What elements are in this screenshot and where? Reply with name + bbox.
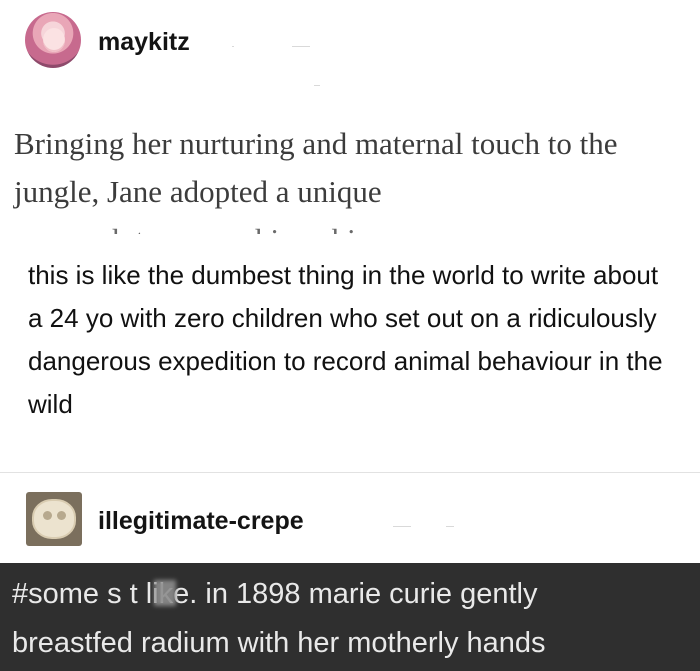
post-divider: [0, 472, 700, 473]
tag-line-2[interactable]: breastfed radium with her motherly hands: [12, 623, 546, 663]
reply-comment-box: this is like the dumbest thing in the wo…: [3, 240, 700, 440]
faint-mark: [314, 85, 320, 86]
tags-bar: #some s t like. in 1898 marie curie gent…: [0, 563, 700, 671]
reply-comment-text: this is like the dumbest thing in the wo…: [28, 260, 663, 419]
username-illegitimate-crepe[interactable]: illegitimate-crepe: [98, 509, 304, 534]
post-header: maykitz: [0, 0, 700, 100]
faint-mark: [292, 46, 310, 47]
quoted-text: Bringing her nurturing and maternal touc…: [14, 120, 674, 234]
avatar-eye: [43, 511, 52, 520]
quoted-visible-text: Bringing her nurturing and maternal touc…: [14, 126, 618, 209]
reblogger-avatar[interactable]: [26, 492, 82, 546]
user-avatar[interactable]: [25, 12, 81, 68]
username-maykitz[interactable]: maykitz: [98, 30, 190, 55]
faint-mark: [232, 46, 234, 47]
faint-mark: [393, 526, 411, 527]
tag-line-1[interactable]: #some s t like. in 1898 marie curie gent…: [12, 574, 537, 614]
quoted-cutoff-text: approach to researching chimpanzees: [14, 216, 478, 234]
avatar-face: [43, 28, 65, 52]
avatar-blob: [34, 501, 74, 537]
censor-blur: [154, 580, 176, 606]
faint-mark: [446, 526, 454, 527]
avatar-eye: [57, 511, 66, 520]
